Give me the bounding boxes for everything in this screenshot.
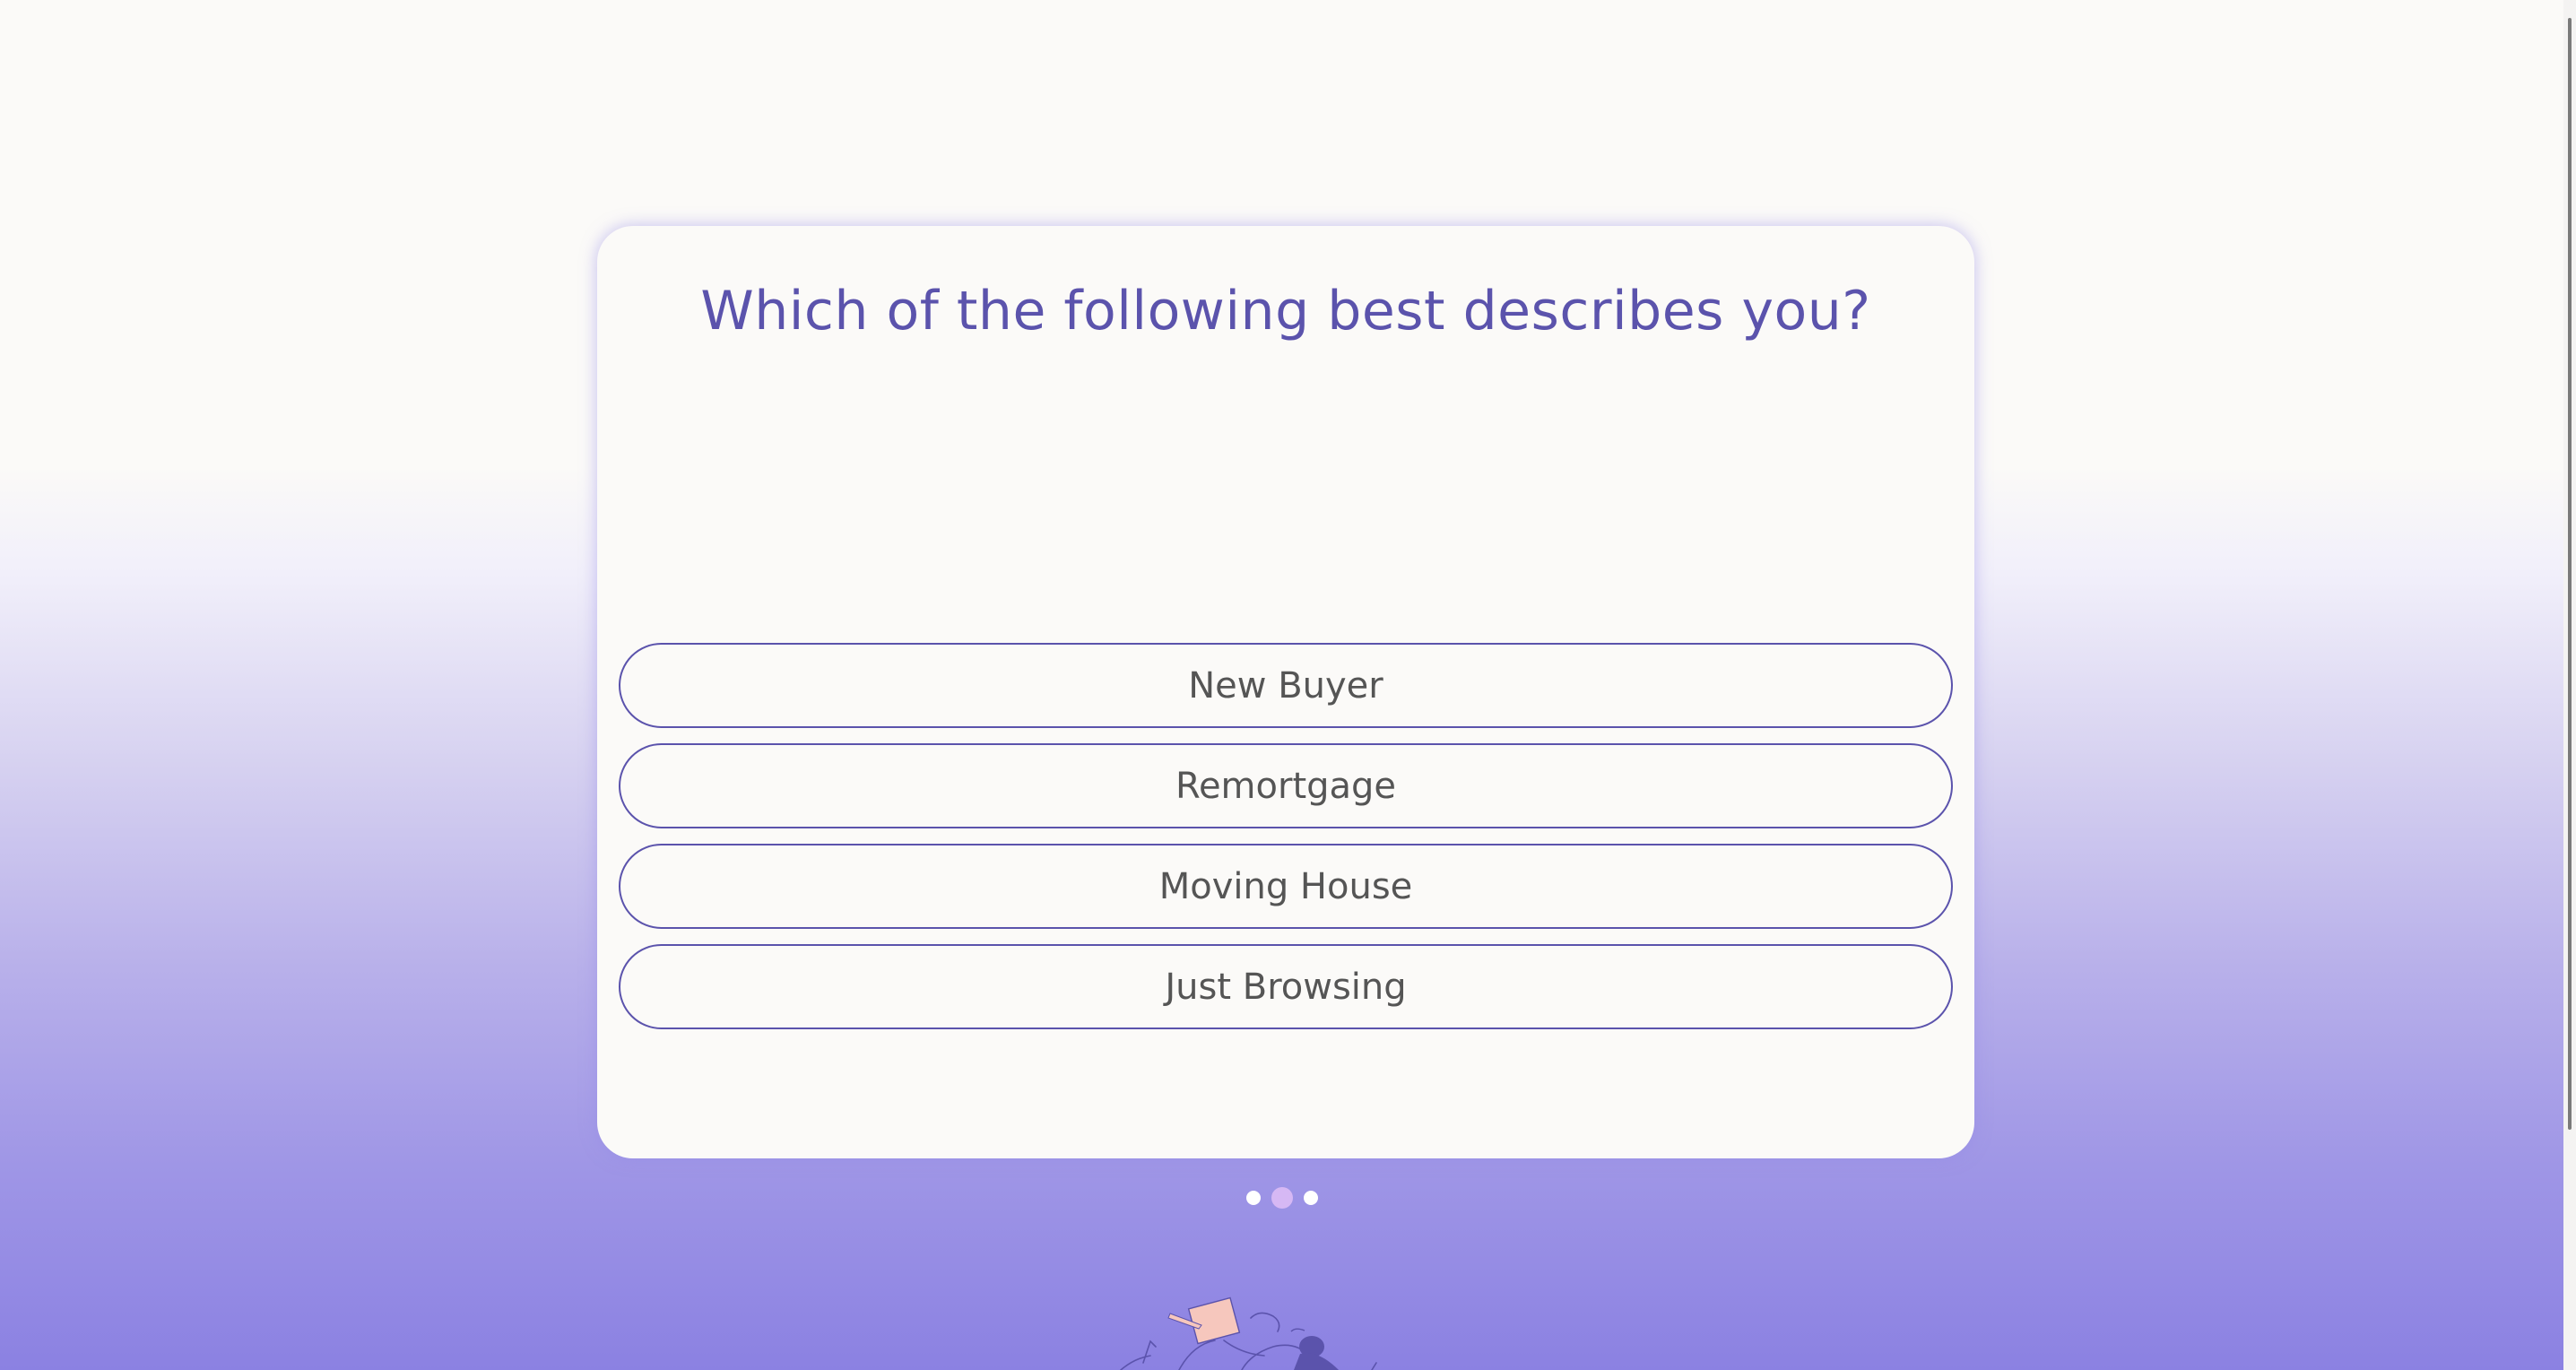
page-scrollbar[interactable] [2563,0,2576,1370]
step-dot-1[interactable] [1246,1191,1261,1205]
question-title: Which of the following best describes yo… [700,280,1871,342]
step-dot-2-active[interactable] [1271,1187,1293,1209]
person-reading-illustration-icon [1120,1296,1377,1370]
question-card: Which of the following best describes yo… [597,226,1974,1158]
option-moving-house-button[interactable]: Moving House [619,844,1953,929]
answer-options: New Buyer Remortgage Moving House Just B… [619,643,1953,1045]
option-new-buyer-button[interactable]: New Buyer [619,643,1953,728]
option-just-browsing-button[interactable]: Just Browsing [619,944,1953,1029]
option-remortgage-button[interactable]: Remortgage [619,743,1953,828]
scrollbar-thumb[interactable] [2568,18,2572,1130]
step-dot-3[interactable] [1304,1191,1318,1205]
step-indicator [1246,1187,1318,1209]
